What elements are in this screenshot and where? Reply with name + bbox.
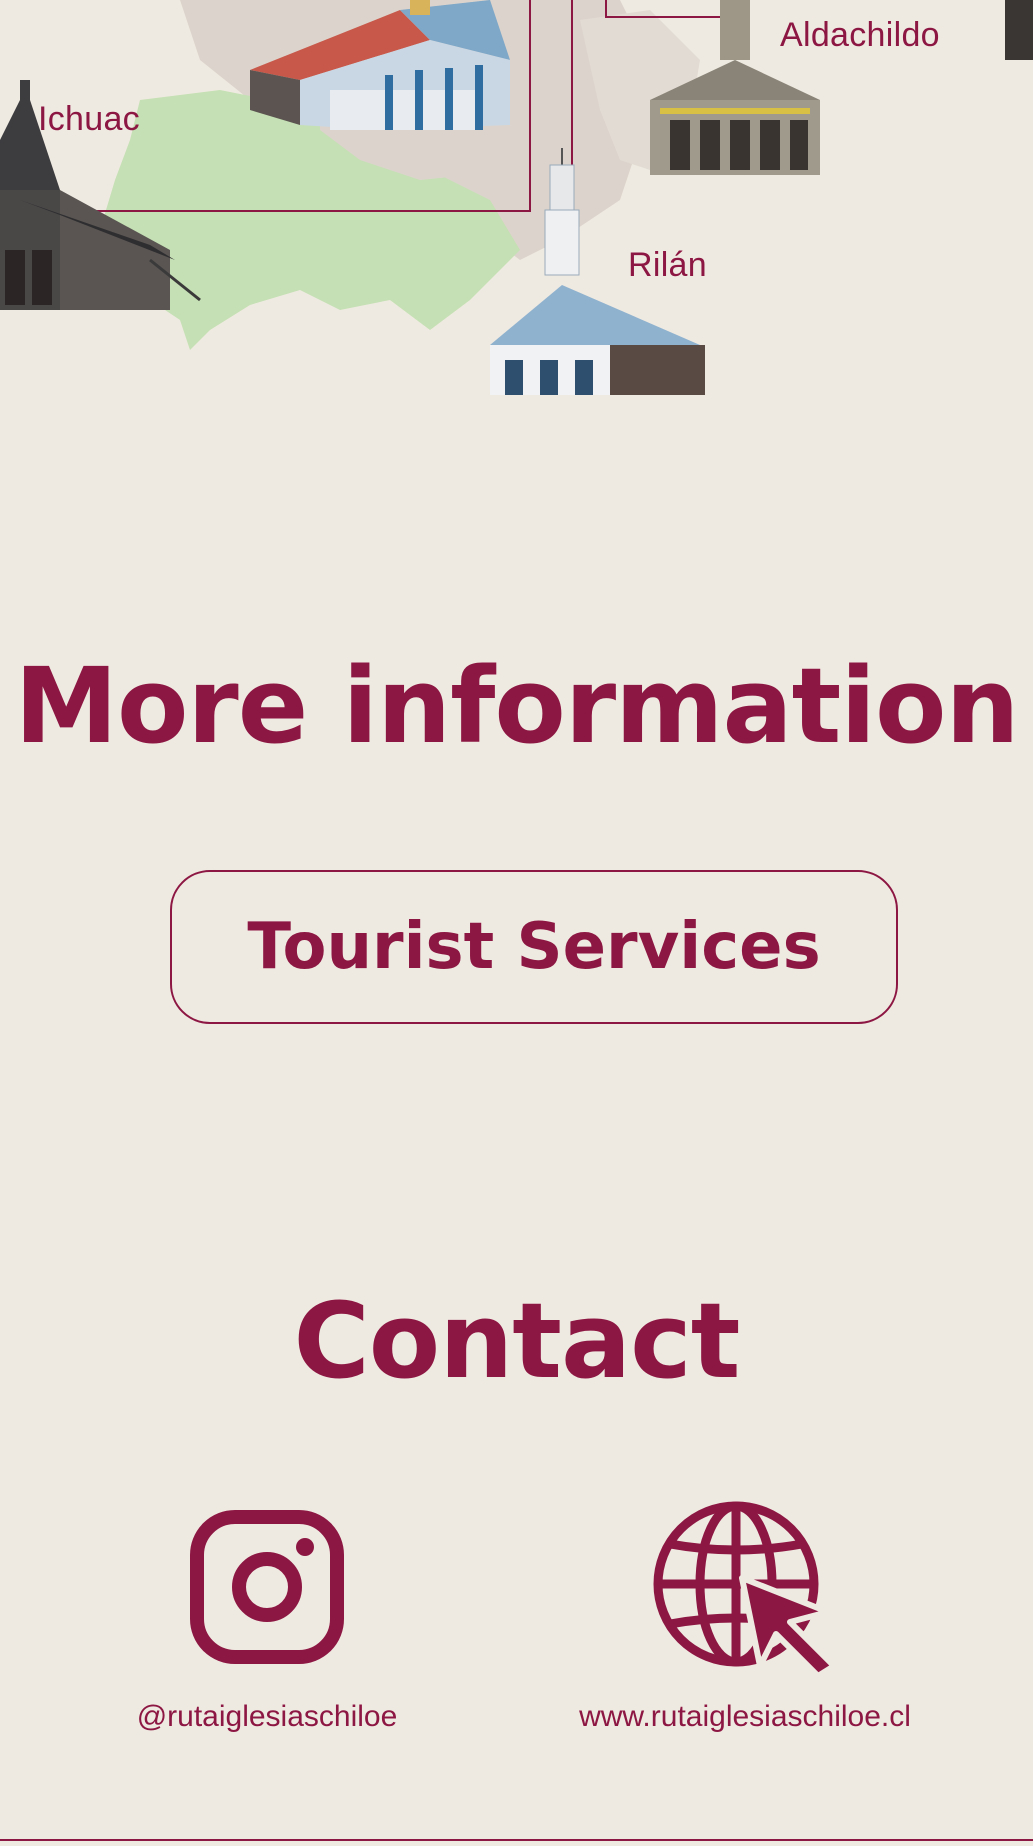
place-label-rilan: Rilán (628, 246, 707, 284)
tourist-services-button[interactable]: Tourist Services (170, 870, 898, 1024)
map-illustration (0, 0, 1033, 395)
church-route-map: Ichuac Aldachildo Rilán (0, 0, 1033, 420)
church-partial-right-image (1005, 0, 1033, 60)
tourist-services-label: Tourist Services (247, 910, 821, 984)
bottom-divider (0, 1839, 1033, 1841)
place-label-aldachildo: Aldachildo (780, 16, 940, 54)
place-label-ichuac: Ichuac (38, 100, 140, 138)
contact-heading: Contact (293, 1280, 740, 1402)
globe-cursor-icon[interactable] (652, 1500, 838, 1679)
instagram-icon[interactable] (190, 1510, 344, 1664)
website-link[interactable]: www.rutaiglesiaschiloe.cl (550, 1700, 940, 1734)
more-information-heading: More information (14, 645, 1019, 767)
instagram-handle-link[interactable]: @rutaiglesiaschiloe (117, 1700, 417, 1734)
